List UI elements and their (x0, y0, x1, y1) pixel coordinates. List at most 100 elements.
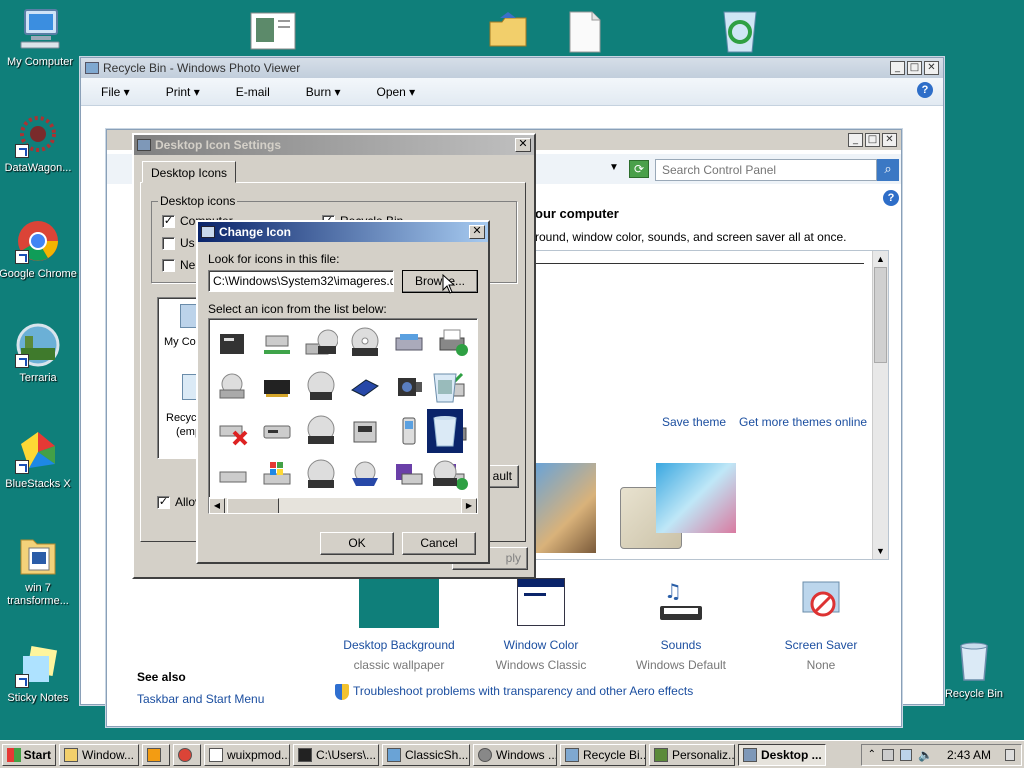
menu-burn[interactable]: Burn ▾ (306, 85, 341, 99)
taskbar-start-menu-link[interactable]: Taskbar and Start Menu (137, 692, 264, 706)
volume-icon[interactable]: 🔈 (918, 748, 933, 762)
checkbox-allow-themes-box[interactable]: ✓ (157, 496, 170, 510)
desktop-icon-sticky-notes[interactable]: Sticky Notes (0, 642, 78, 705)
search-input[interactable] (655, 159, 877, 181)
checkbox-allow-themes[interactable]: ✓ Allov (157, 495, 201, 510)
desktop-icon-my-computer[interactable]: My Computer (0, 6, 80, 69)
taskbar-button-desktop-icon-settings[interactable]: Desktop ... (738, 743, 826, 766)
desktop-background-item[interactable]: Desktop Background classic wallpaper (337, 578, 461, 672)
taskbar-button-7zip[interactable]: C:\Users\... (293, 743, 379, 766)
close-button[interactable]: ✕ (924, 61, 939, 75)
desktop-icon-terraria[interactable]: Terraria (0, 322, 78, 385)
window-color-item[interactable]: Window Color Windows Classic (479, 578, 603, 672)
desktop-icon-google-chrome[interactable]: Google Chrome (0, 218, 78, 281)
desktop-icon-blank-file[interactable] (568, 10, 602, 54)
desktop-icon-recycle-full[interactable] (718, 6, 762, 54)
menu-file[interactable]: File ▾ (101, 85, 130, 99)
cd-drive-icon[interactable] (211, 365, 255, 409)
drive-flat-icon[interactable] (211, 453, 255, 497)
dvd-drive-icon[interactable] (299, 321, 343, 365)
scroll-down-arrow[interactable]: ▼ (873, 543, 888, 559)
dvd-drive-small-icon[interactable] (427, 453, 463, 497)
floppy-drive-icon[interactable] (343, 365, 387, 409)
cancel-button[interactable]: Cancel (402, 532, 476, 555)
taskbar-button-personalization[interactable]: Personaliz... (649, 743, 735, 766)
minimize-button[interactable]: _ (848, 133, 863, 147)
themes-panel[interactable]: Save theme Get more themes online ▲ ▼ (535, 250, 889, 560)
desktop-icon-settings-titlebar[interactable]: Desktop Icon Settings ✕ (134, 135, 534, 155)
taskbar-button-chrome[interactable] (173, 743, 201, 766)
taskbar-button-wuixpmod[interactable]: wuixpmod... (204, 743, 290, 766)
icon-list[interactable]: ◀ ▶ (208, 318, 478, 514)
address-dropdown-icon[interactable]: ▼ (609, 162, 619, 173)
desktop-icon-bluestacks[interactable]: BlueStacks X (0, 428, 78, 491)
desktop-icon-win7-transformation[interactable]: win 7 transforme... (0, 532, 78, 608)
menu-open[interactable]: Open ▾ (376, 85, 415, 99)
theme-thumbnail-1[interactable] (536, 463, 596, 553)
icon-list-h-scrollbar[interactable]: ◀ ▶ (209, 497, 477, 513)
floppy-printer-icon[interactable] (387, 453, 431, 497)
memory-chip-icon[interactable] (255, 365, 299, 409)
action-center-icon[interactable] (882, 748, 895, 761)
windows-drive-icon[interactable] (255, 453, 299, 497)
taskbar-button-recycle-bin[interactable]: Recycle Bi... (560, 743, 646, 766)
photo-viewer-titlebar[interactable]: Recycle Bin - Windows Photo Viewer _ □ ✕ (81, 58, 943, 78)
camcorder-icon[interactable] (387, 365, 431, 409)
recycle-bin-empty-icon[interactable] (427, 409, 463, 453)
tray-expand-icon[interactable]: ⌃ (868, 749, 876, 760)
dvd-rom-icon[interactable] (299, 453, 343, 497)
network-drive-icon[interactable] (255, 321, 299, 365)
maximize-button[interactable]: □ (865, 133, 880, 147)
mobile-phone-icon[interactable] (387, 409, 431, 453)
desktop-icon-image-file[interactable] (250, 12, 296, 50)
scanner-icon[interactable] (387, 321, 431, 365)
clock[interactable]: 2:43 AM (947, 748, 991, 762)
ok-button[interactable]: OK (320, 532, 394, 555)
network-icon[interactable] (900, 748, 913, 761)
minimize-button[interactable]: _ (890, 61, 905, 75)
help-icon[interactable]: ? (917, 82, 933, 98)
get-more-themes-link[interactable]: Get more themes online (739, 415, 867, 429)
recycle-bin-full-icon[interactable] (427, 365, 463, 409)
menu-print[interactable]: Print ▾ (166, 85, 200, 99)
taskbar-button-classicshell[interactable]: ClassicSh... (382, 743, 470, 766)
close-button[interactable]: ✕ (882, 133, 897, 147)
tray-menu-icon[interactable] (1005, 748, 1015, 761)
disc-drive-icon[interactable] (343, 453, 387, 497)
printer-default-icon[interactable] (431, 321, 475, 365)
change-icon-dialog[interactable]: Change Icon ✕ Look for icons in this fil… (196, 220, 490, 564)
save-theme-link[interactable]: Save theme (662, 415, 726, 429)
drive-remove-icon[interactable] (211, 409, 255, 453)
scroll-up-arrow[interactable]: ▲ (873, 251, 888, 267)
theme-thumbnail-3[interactable] (656, 463, 736, 533)
close-button[interactable]: ✕ (515, 138, 531, 152)
menu-email[interactable]: E-mail (236, 85, 270, 99)
refresh-icon[interactable]: ⟳ (629, 160, 649, 178)
checkbox-network[interactable]: Ne (162, 258, 195, 273)
help-icon[interactable]: ? (883, 190, 899, 206)
drive-dark-icon[interactable] (211, 321, 255, 365)
search-icon[interactable]: ⌕ (877, 159, 899, 181)
troubleshoot-link[interactable]: Troubleshoot problems with transparency … (353, 684, 693, 698)
themes-scrollbar[interactable]: ▲ ▼ (872, 251, 888, 559)
start-button[interactable]: Start (2, 743, 56, 766)
scroll-thumb[interactable] (874, 267, 887, 363)
checkbox-network-box[interactable] (162, 259, 175, 273)
change-icon-titlebar[interactable]: Change Icon ✕ (198, 222, 488, 242)
desktop-icon-recycle-bin[interactable]: Recycle Bin (934, 638, 1014, 701)
dvd-ram-icon[interactable] (299, 409, 343, 453)
screen-saver-item[interactable]: Screen Saver None (759, 578, 883, 672)
icon-file-path-input[interactable] (208, 270, 394, 292)
hard-drive-icon[interactable] (255, 409, 299, 453)
desktop-icon-datawagon[interactable]: DataWagon... (0, 112, 78, 175)
external-drive-icon[interactable] (343, 409, 387, 453)
checkbox-user-files[interactable]: Us (162, 236, 195, 251)
sounds-item[interactable]: ♫ Sounds Windows Default (619, 578, 743, 672)
dvd-rw-icon[interactable] (343, 321, 387, 365)
taskbar-button-explorer[interactable]: Window... (59, 743, 139, 766)
scroll-thumb[interactable] (227, 498, 279, 513)
browse-button[interactable]: Browse... (402, 270, 478, 293)
taskbar-button-media[interactable] (142, 743, 170, 766)
scroll-right-arrow[interactable]: ▶ (461, 498, 477, 513)
checkbox-user-files-box[interactable] (162, 237, 175, 251)
